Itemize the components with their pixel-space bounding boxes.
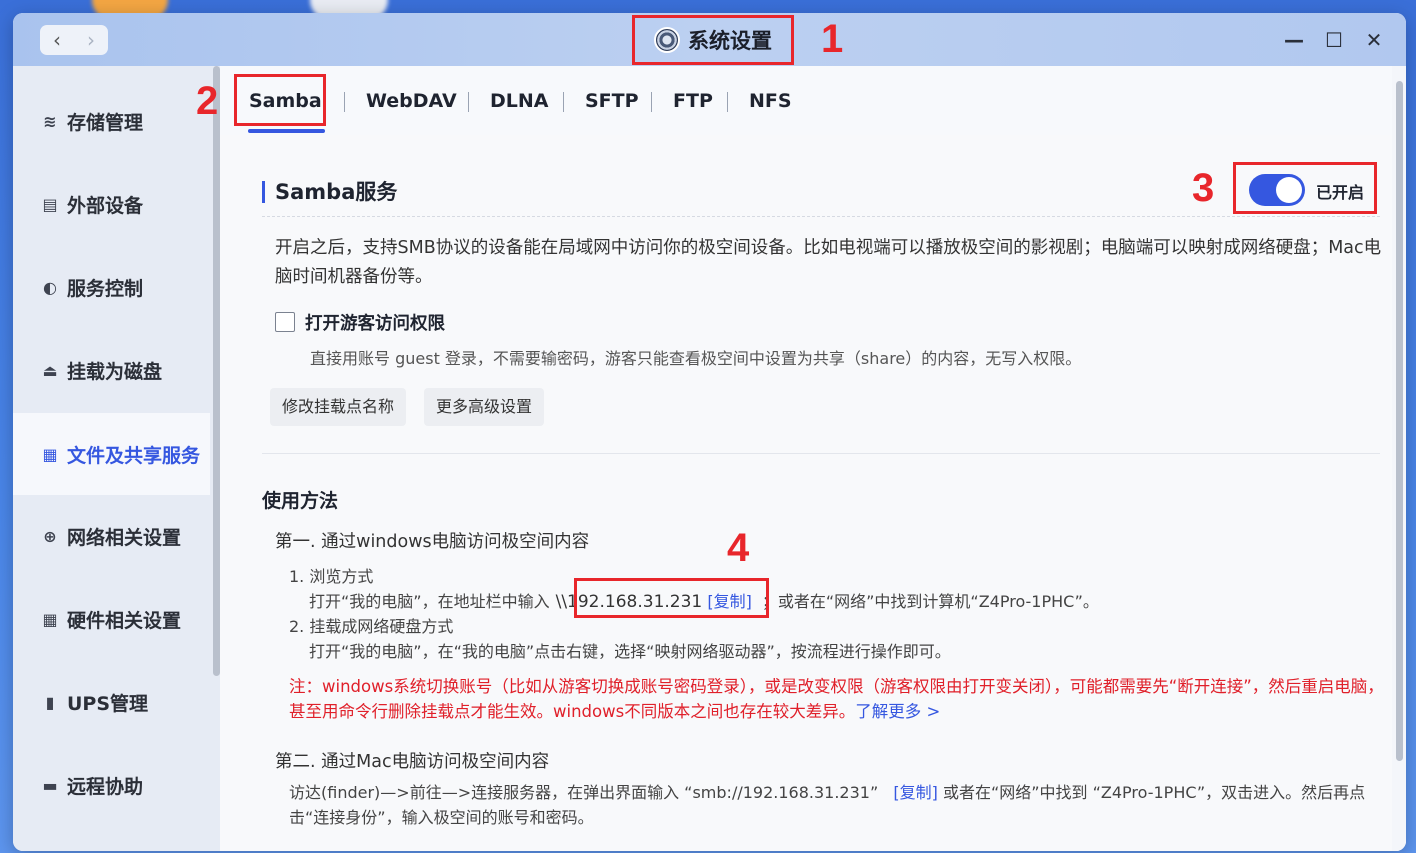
sidebar-item-label: 服务控制 bbox=[67, 277, 144, 300]
forward-icon[interactable]: › bbox=[76, 26, 106, 54]
text: 访达(finder)—>前往—>连接服务器，在弹出界面输入 “smb://192… bbox=[289, 783, 879, 802]
sidebar-item-service-control[interactable]: ◐ 服务控制 bbox=[13, 247, 210, 327]
device-icon: ▤ bbox=[42, 194, 58, 214]
windows-item-2-detail: 打开“我的电脑”，在“我的电脑”点击右键，选择“映射网络驱动器”，按流程进行操作… bbox=[309, 642, 951, 661]
sidebar-item-network[interactable]: ⊕ 网络相关设置 bbox=[13, 496, 210, 576]
disk-icon: ⏏ bbox=[42, 360, 58, 380]
title-bar: ‹ › 系统设置 1 — ☐ ✕ bbox=[13, 13, 1406, 66]
globe-icon: ⊕ bbox=[43, 526, 57, 546]
guest-access-checkbox[interactable] bbox=[275, 312, 295, 332]
sidebar-item-label: 硬件相关设置 bbox=[67, 609, 182, 632]
system-settings-window: ‹ › 系统设置 1 — ☐ ✕ ≋ 存储管理 ▤ 外部设备 ◐ 服务控制 ⏏ … bbox=[13, 13, 1406, 851]
tab-sftp[interactable]: SFTP bbox=[585, 90, 639, 112]
grid-icon: ▦ bbox=[42, 609, 58, 629]
sidebar: ≋ 存储管理 ▤ 外部设备 ◐ 服务控制 ⏏ 挂载为磁盘 ▦ 文件及共享服务 ⊕… bbox=[13, 66, 220, 851]
window-title-highlight: 系统设置 bbox=[632, 15, 794, 65]
copy-link[interactable]: [复制] bbox=[893, 783, 938, 802]
tab-dlna[interactable]: DLNA bbox=[490, 90, 548, 112]
mac-step-title: 第二. 通过Mac电脑访问极空间内容 bbox=[275, 752, 550, 772]
maximize-icon[interactable]: ☐ bbox=[1324, 27, 1344, 53]
toggle-icon: ◐ bbox=[43, 277, 57, 297]
tab-separator bbox=[651, 92, 652, 112]
annotation-number-2: 2 bbox=[196, 79, 219, 123]
windows-item-2: 2. 挂载成网络硬盘方式 bbox=[289, 617, 454, 636]
ip-highlight-box bbox=[574, 578, 769, 618]
windows-warning: 注：windows系统切换账号（比如从游客切换成账号密码登录），或是改变权限（游… bbox=[289, 674, 1384, 724]
sidebar-item-ups[interactable]: ▮ UPS管理 bbox=[13, 662, 210, 742]
window-controls: — ☐ ✕ bbox=[1284, 27, 1384, 53]
window-title: 系统设置 bbox=[688, 29, 772, 53]
samba-section-title: Samba服务 bbox=[262, 181, 397, 203]
sidebar-item-label: 存储管理 bbox=[67, 111, 144, 134]
sidebar-item-label: 远程协助 bbox=[67, 775, 144, 798]
samba-toggle[interactable] bbox=[1249, 174, 1305, 206]
nav-buttons: ‹ › bbox=[40, 25, 108, 55]
warning-text: 注：windows系统切换账号（比如从游客切换成账号密码登录），或是改变权限（游… bbox=[289, 677, 1384, 721]
tab-separator bbox=[468, 92, 469, 112]
active-tab-indicator bbox=[248, 129, 325, 133]
tab-nfs[interactable]: NFS bbox=[749, 90, 792, 112]
advanced-settings-button[interactable]: 更多高级设置 bbox=[424, 388, 545, 426]
tab-webdav[interactable]: WebDAV bbox=[366, 90, 457, 112]
sidebar-item-label: UPS管理 bbox=[67, 692, 149, 715]
guest-access-hint: 直接用账号 guest 登录，不需要输密码，游客只能查看极空间中设置为共享（sh… bbox=[310, 349, 1082, 368]
sidebar-item-label: 文件及共享服务 bbox=[67, 444, 201, 467]
settings-app-icon bbox=[654, 27, 680, 53]
text: ；或者在“网络”中找到计算机“Z4Pro-1PHC”。 bbox=[761, 592, 1099, 611]
sidebar-item-label: 外部设备 bbox=[67, 194, 144, 217]
sidebar-scrollbar[interactable] bbox=[213, 66, 220, 676]
main-scrollbar[interactable] bbox=[1396, 81, 1403, 761]
annotation-number-1: 1 bbox=[821, 17, 844, 61]
windows-step-title: 第一. 通过windows电脑访问极空间内容 bbox=[275, 532, 590, 552]
main-panel: Samba WebDAV DLNA SFTP FTP NFS Samba服务 3… bbox=[220, 66, 1406, 851]
sidebar-item-label: 网络相关设置 bbox=[67, 526, 182, 549]
tab-ftp[interactable]: FTP bbox=[673, 90, 713, 112]
divider bbox=[262, 453, 1380, 454]
toggle-knob bbox=[1276, 177, 1302, 203]
tab-samba[interactable]: Samba bbox=[249, 90, 322, 112]
minimize-icon[interactable]: — bbox=[1284, 27, 1304, 53]
annotation-number-4: 4 bbox=[727, 526, 750, 570]
tab-bar: Samba WebDAV DLNA SFTP FTP NFS bbox=[220, 66, 1392, 136]
text: 打开“我的电脑”，在地址栏中输入 bbox=[309, 592, 550, 611]
samba-description: 开启之后，支持SMB协议的设备能在局域网中访问你的极空间设备。比如电视端可以播放… bbox=[275, 238, 1382, 287]
sidebar-item-storage[interactable]: ≋ 存储管理 bbox=[13, 81, 210, 161]
close-icon[interactable]: ✕ bbox=[1364, 27, 1384, 53]
database-icon: ≋ bbox=[43, 111, 57, 131]
sidebar-item-file-share[interactable]: ▦ 文件及共享服务 bbox=[13, 413, 210, 495]
battery-icon: ▮ bbox=[45, 692, 55, 712]
tab-separator bbox=[344, 92, 345, 112]
tab-separator bbox=[563, 92, 564, 112]
sidebar-item-remote-assist[interactable]: ▬ 远程协助 bbox=[13, 745, 210, 825]
annotation-number-3: 3 bbox=[1192, 166, 1215, 210]
back-icon[interactable]: ‹ bbox=[42, 26, 72, 54]
sidebar-item-external-devices[interactable]: ▤ 外部设备 bbox=[13, 164, 210, 244]
toggle-state-label: 已开启 bbox=[1316, 183, 1365, 202]
rename-mount-button[interactable]: 修改挂载点名称 bbox=[270, 388, 407, 426]
windows-item-1: 1. 浏览方式 bbox=[289, 567, 374, 586]
tab-separator bbox=[727, 92, 728, 112]
sidebar-item-hardware[interactable]: ▦ 硬件相关设置 bbox=[13, 579, 210, 659]
sidebar-item-label: 挂载为磁盘 bbox=[67, 360, 163, 383]
mac-instructions: 访达(finder)—>前往—>连接服务器，在弹出界面输入 “smb://192… bbox=[289, 780, 1384, 830]
chat-icon: ▬ bbox=[42, 775, 58, 795]
sidebar-item-mount-disk[interactable]: ⏏ 挂载为磁盘 bbox=[13, 330, 210, 410]
usage-heading: 使用方法 bbox=[262, 490, 339, 512]
learn-more-link[interactable]: 了解更多 > bbox=[855, 702, 940, 721]
divider bbox=[262, 216, 1380, 217]
file-share-icon: ▦ bbox=[42, 444, 58, 464]
guest-access-label[interactable]: 打开游客访问权限 bbox=[305, 310, 445, 335]
